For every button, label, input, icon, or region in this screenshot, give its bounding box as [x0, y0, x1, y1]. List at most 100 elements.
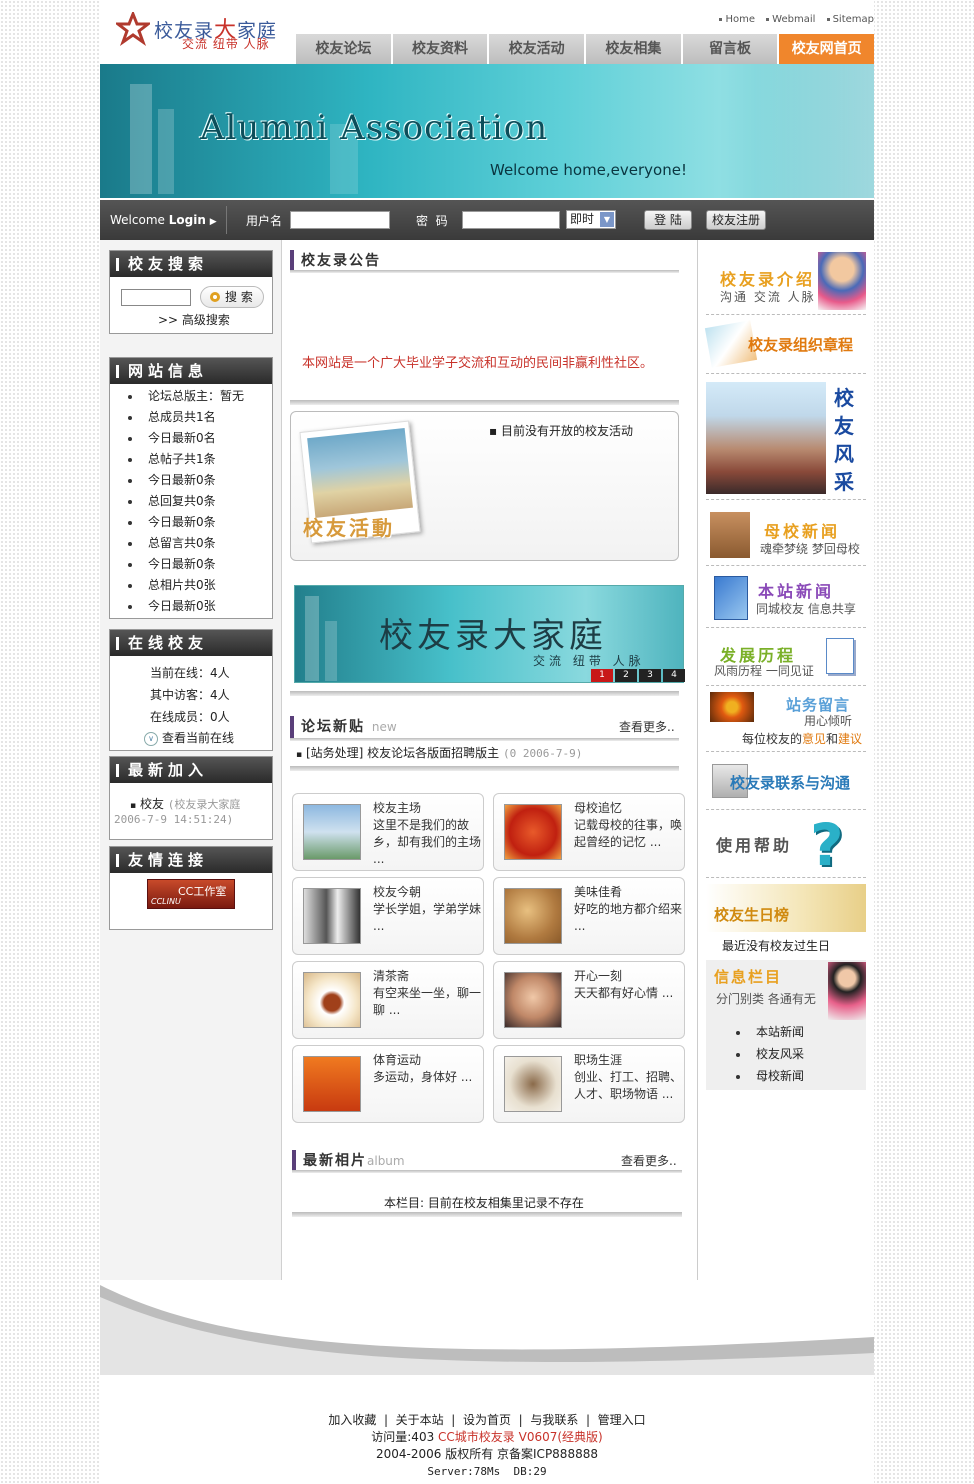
login-button[interactable]: 登 陆: [644, 210, 692, 230]
site-info-box: 网站信息 论坛总版主：暂无 总成员共1名 今日最新0名 总帖子共1条 今日最新0…: [109, 357, 273, 619]
about-link[interactable]: 关于本站: [396, 1413, 444, 1427]
bookmark-link[interactable]: 加入收藏: [328, 1413, 376, 1427]
login-heading: Welcome Login ▶: [110, 213, 217, 227]
school-news-subtitle: 魂牵梦绕 梦回母校: [760, 542, 860, 556]
nav-albums[interactable]: 校友相集: [586, 34, 681, 64]
card-alumni-today[interactable]: 校友今朝 学长学姐，学弟学妹 ...: [292, 877, 484, 955]
advanced-search-link[interactable]: >> 高级搜索: [158, 311, 230, 328]
school-news-link[interactable]: 母校新闻 魂牵梦绕 梦回母校: [706, 504, 866, 566]
pager-button[interactable]: 3: [639, 669, 661, 682]
newest-member[interactable]: ▪ 校友 (校友录大家庭: [130, 795, 240, 812]
login-expiry-select[interactable]: 即时 ▼: [566, 210, 616, 229]
divider: [290, 738, 679, 741]
history-subtitle: 风雨历程 一同见证: [714, 664, 814, 678]
nav-forum[interactable]: 校友论坛: [296, 34, 391, 64]
card-sports[interactable]: 体育运动 多运动，身体好 ...: [292, 1045, 484, 1123]
nav-activities[interactable]: 校友活动: [489, 34, 585, 64]
site-news-link[interactable]: 本站新闻 同城校友 信息共享: [706, 568, 866, 628]
card-food[interactable]: 美味佳肴 好吃的地方都介绍来 ...: [493, 877, 685, 955]
birthday-title: 校友生日榜: [714, 906, 790, 924]
footer-visits: 访问量:403 CC城市校友录 V0607(经典版): [371, 1430, 603, 1444]
album-more-link[interactable]: 查看更多..: [621, 1152, 677, 1169]
site-news-title: 本站新闻: [758, 582, 835, 601]
info-list: 本站新闻 校友风采 母校新闻: [734, 1022, 804, 1088]
register-button[interactable]: 校友注册: [706, 210, 766, 230]
divider: [290, 400, 679, 405]
mid-banner[interactable]: 校友录大家庭 交流 纽带 人脉 1 2 3 4: [294, 585, 685, 683]
contact-me-link[interactable]: 与我联系: [530, 1413, 578, 1427]
intro-subtitle: 沟通 交流 人脉: [720, 290, 816, 304]
password-input[interactable]: [462, 211, 560, 229]
divider: [290, 766, 679, 771]
nav-homepage[interactable]: 校友网首页: [779, 34, 875, 64]
banner-title: Alumni Association: [200, 108, 549, 148]
pager-button[interactable]: 1: [591, 669, 613, 682]
friend-links-box: 友情连接 CC工作室 CCLINU: [109, 846, 273, 930]
list-item: 总回复共0条: [126, 491, 272, 512]
forum-more-link[interactable]: 查看更多..: [619, 718, 675, 735]
card-desc: 天天都有好心情 ...: [574, 986, 674, 1000]
card-career[interactable]: 职场生涯创业、打工、招聘、人才、职场物语 ...: [493, 1045, 685, 1123]
site-info-list: 论坛总版主：暂无 总成员共1名 今日最新0名 总帖子共1条 今日最新0条 总回复…: [110, 384, 272, 617]
book-icon: [714, 576, 748, 620]
forum-heading: 论坛新贴 new: [290, 716, 397, 738]
search-button[interactable]: 搜 索: [200, 286, 264, 308]
online-guests: 其中访客：4人: [150, 688, 230, 702]
alumni-style-link[interactable]: 校友风采: [706, 376, 866, 500]
list-item: 今日最新0条: [126, 554, 272, 575]
hero-banner: Alumni Association Welcome home,everyone…: [100, 64, 874, 198]
pager-button[interactable]: 2: [615, 669, 637, 682]
sitemap-link[interactable]: Sitemap: [826, 14, 874, 25]
card-title: 母校追忆: [574, 801, 623, 815]
school-news-title: 母校新闻: [764, 522, 841, 541]
footer-copyright: 2004-2006 版权所有 京备案ICP888888: [375, 1447, 598, 1461]
set-homepage-link[interactable]: 设为首页: [463, 1413, 511, 1427]
birthday-banner[interactable]: 校友生日榜: [706, 884, 866, 932]
help-link[interactable]: 使用帮助 ?: [706, 814, 866, 878]
newest-members-box: 最新加入 ▪ 校友 (校友录大家庭 2006-7-9 14:51:24): [109, 756, 273, 840]
admin-link[interactable]: 管理入口: [598, 1413, 646, 1427]
guestbook-link[interactable]: 站务留言 用心倾听 每位校友的意见和建议: [706, 688, 866, 752]
history-link[interactable]: 发展历程 风雨历程 一同见证: [706, 632, 866, 686]
view-online-link[interactable]: ∨ 查看当前在线: [144, 729, 234, 746]
chevron-down-icon: ∨: [144, 731, 158, 746]
card-desc: 有空来坐一坐，聊一聊 ...: [373, 986, 482, 1017]
card-fun[interactable]: 开心一刻 天天都有好心情 ...: [493, 961, 685, 1039]
right-sidebar: 校友录介绍 沟通 交流 人脉 校友录组织章程 校友风采 母校新闻 魂牵梦绕 梦回…: [697, 240, 874, 1280]
card-tea-house[interactable]: 清茶斋 有空来坐一坐，聊一聊 ...: [292, 961, 484, 1039]
info-column: 信息栏目 分门别类 各通有无 本站新闻 校友风采 母校新闻: [706, 960, 866, 1090]
nav-profiles[interactable]: 校友资料: [392, 34, 488, 64]
charter-link[interactable]: 校友录组织章程: [704, 316, 866, 374]
logo-icon[interactable]: [116, 12, 150, 46]
contact-link[interactable]: 校友录联系与沟通: [706, 756, 866, 810]
card-school-memories[interactable]: 母校追忆记载母校的往事，唤起曾经的记忆 ...: [493, 793, 685, 871]
webmail-link[interactable]: Webmail: [766, 14, 815, 25]
info-item-alumni-style[interactable]: 校友风采: [734, 1044, 804, 1066]
kids-image: [818, 252, 866, 310]
product-link[interactable]: CC城市校友录 V0607(经典版): [438, 1430, 603, 1444]
card-title: 职场生涯: [574, 1053, 623, 1067]
home-link[interactable]: Home: [719, 14, 755, 25]
password-label: 密 码: [416, 214, 448, 228]
guestbook-note: 每位校友的意见和建议: [742, 732, 863, 746]
card-desc: 记载母校的往事，唤起曾经的记忆 ...: [574, 818, 683, 849]
cc-studio-link[interactable]: CC工作室 CCLINU: [147, 879, 235, 909]
forum-post[interactable]: ▪ [站务处理] 校友论坛各版面招聘版主 (0 2006-7-9): [296, 744, 582, 761]
footer: 加入收藏 | 关于本站 | 设为首页 | 与我联系 | 管理入口 访问量:403…: [100, 1412, 874, 1480]
username-input[interactable]: [290, 211, 390, 229]
alumni-intro-link[interactable]: 校友录介绍 沟通 交流 人脉: [706, 250, 866, 315]
top-links: Home Webmail Sitemap: [711, 14, 874, 25]
nav-guestbook[interactable]: 留言板: [682, 34, 778, 64]
search-icon: [210, 292, 220, 302]
list-item: 今日最新0名: [126, 428, 272, 449]
card-alumni-home[interactable]: 校友主场 这里不是我们的故乡，却有我们的主场 ...: [292, 793, 484, 871]
info-item-site-news[interactable]: 本站新闻: [734, 1022, 804, 1044]
card-desc: 创业、打工、招聘、人才、职场物语 ...: [574, 1070, 683, 1101]
info-subtitle: 分门别类 各通有无: [716, 992, 816, 1006]
search-input[interactable]: [121, 289, 191, 306]
smile-photo: [504, 972, 562, 1028]
contact-title: 校友录联系与沟通: [730, 774, 851, 792]
search-box: 校友搜索 搜 索 >> 高级搜索: [109, 250, 273, 334]
info-item-school-news[interactable]: 母校新闻: [734, 1066, 804, 1088]
pager-button[interactable]: 4: [663, 669, 685, 682]
